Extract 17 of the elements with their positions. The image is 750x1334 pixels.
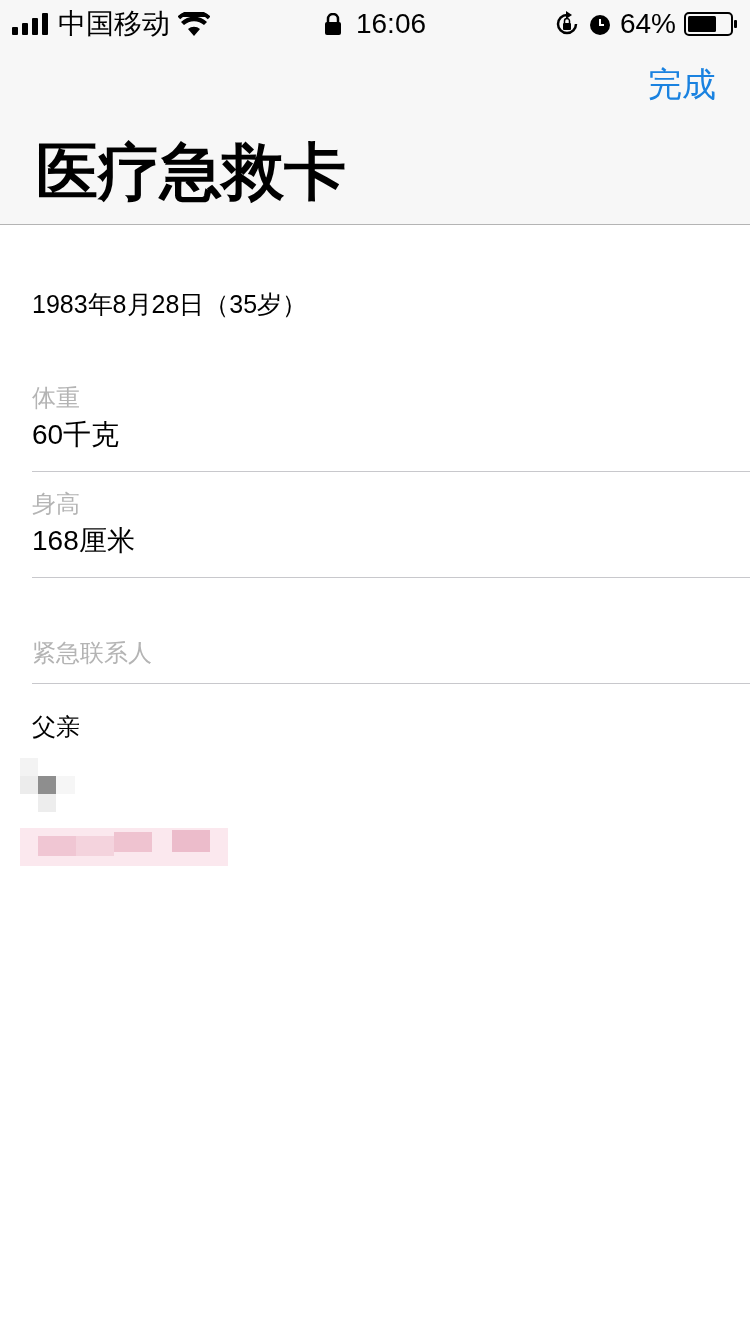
field-value: 60千克 [32,418,120,452]
clock-time: 16:06 [355,8,427,40]
signal-icon [12,13,50,35]
section-header: 紧急联系人 [32,639,152,666]
alarm-icon [587,12,612,36]
contact-relation: 父亲 [32,712,80,742]
field-value: 168厘米 [32,524,135,558]
battery-icon [684,12,738,36]
birth-date: 1983年8月28日（35岁） [32,289,308,320]
wifi-icon [178,12,210,36]
carrier-name: 中国移动 [58,7,170,41]
battery-percentage: 64% [619,8,676,40]
field-label: 体重 [32,383,80,413]
page-title: 医疗急救卡 [36,136,346,208]
lock-icon [323,13,342,35]
field-label: 身高 [32,489,80,519]
done-button[interactable]: 完成 [648,64,716,104]
